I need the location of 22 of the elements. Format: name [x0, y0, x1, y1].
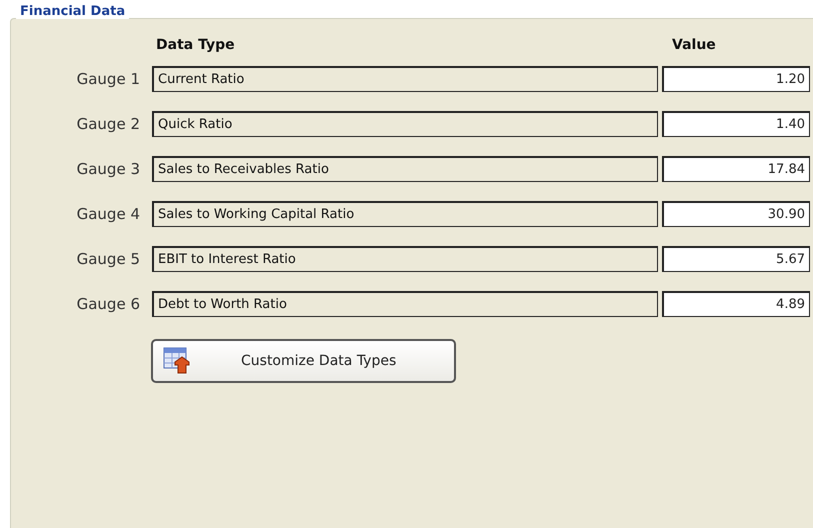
data-type-field[interactable]: Debt to Worth Ratio	[152, 291, 658, 317]
gauge-label: Gauge 5	[76, 250, 141, 268]
value-field[interactable]: 5.67	[662, 246, 810, 272]
value-field[interactable]: 1.20	[662, 66, 810, 92]
gauge-label: Gauge 3	[76, 160, 141, 178]
group-title: Financial Data	[16, 4, 130, 19]
gauge-label: Gauge 1	[76, 70, 141, 88]
column-header: Data Type	[155, 37, 236, 53]
data-type-field[interactable]: Quick Ratio	[152, 111, 658, 137]
gauge-label: Gauge 4	[76, 205, 141, 223]
data-type-field[interactable]: Current Ratio	[152, 66, 658, 92]
column-header: Value	[671, 37, 717, 53]
data-type-field[interactable]: EBIT to Interest Ratio	[152, 246, 658, 272]
value-field[interactable]: 17.84	[662, 156, 810, 182]
value-field[interactable]: 1.40	[662, 111, 810, 137]
gauge-label: Gauge 6	[76, 295, 141, 313]
data-type-field[interactable]: Sales to Working Capital Ratio	[152, 201, 658, 227]
data-type-field[interactable]: Sales to Receivables Ratio	[152, 156, 658, 182]
gauge-label: Gauge 2	[76, 115, 141, 133]
value-field[interactable]: 30.90	[662, 201, 810, 227]
customize-button[interactable]: Customize Data Types	[151, 339, 456, 383]
value-field[interactable]: 4.89	[662, 291, 810, 317]
